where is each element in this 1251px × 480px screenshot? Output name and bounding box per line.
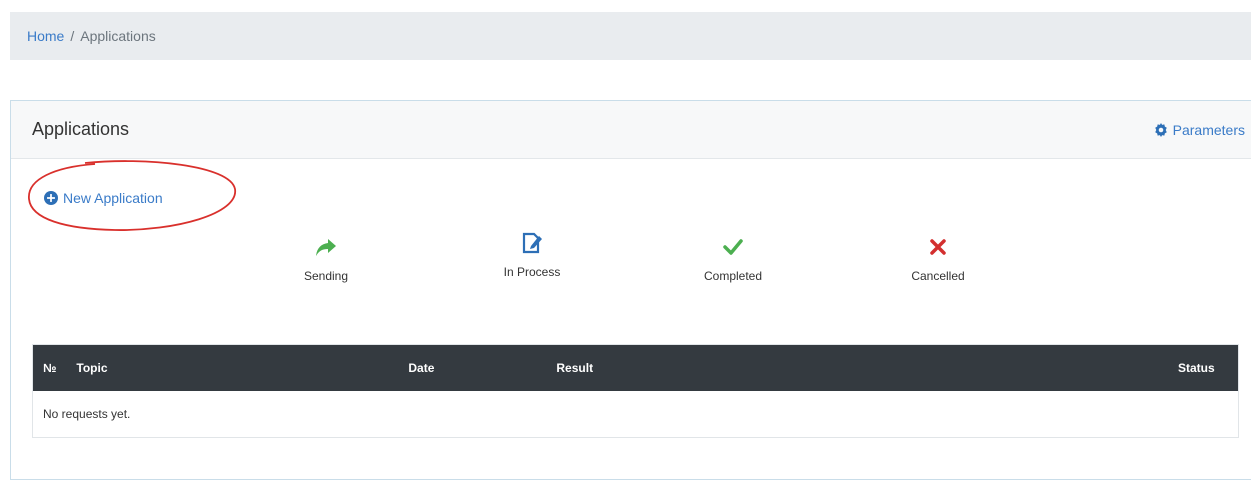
breadcrumb-separator: / — [70, 28, 75, 44]
status-label: Completed — [703, 269, 763, 283]
share-arrow-icon — [316, 239, 336, 256]
table-header-row: № Topic Date Result Status — [33, 345, 1238, 391]
parameters-link[interactable]: Parameters — [1154, 122, 1245, 138]
column-result[interactable]: Result — [546, 345, 1168, 391]
status-sending: Sending — [271, 235, 381, 283]
status-label: In Process — [503, 265, 561, 279]
breadcrumb: Home / Applications — [10, 12, 1251, 60]
column-date[interactable]: Date — [398, 345, 547, 391]
breadcrumb-current: Applications — [80, 28, 156, 44]
page-title: Applications — [32, 119, 130, 139]
status-in-process: In Process — [477, 231, 587, 279]
breadcrumb-home-link[interactable]: Home — [27, 28, 64, 44]
column-status[interactable]: Status — [1168, 345, 1238, 391]
status-label: Cancelled — [911, 269, 965, 283]
empty-message: No requests yet. — [43, 407, 131, 421]
applications-table: № Topic Date Result Status No requests y… — [32, 344, 1239, 438]
table-row: No requests yet. — [33, 391, 1238, 437]
applications-card: Applications Parameters New Application … — [10, 100, 1251, 480]
column-topic[interactable]: Topic — [66, 345, 399, 391]
status-cancelled: Cancelled — [883, 235, 993, 283]
card-header: Applications Parameters — [11, 101, 1251, 159]
status-completed: Completed — [678, 235, 788, 283]
cross-icon — [930, 239, 946, 255]
parameters-label: Parameters — [1172, 121, 1245, 138]
new-application-button[interactable]: New Application — [44, 190, 163, 206]
checkmark-icon — [723, 239, 743, 255]
column-number[interactable]: № — [33, 345, 67, 391]
plus-circle-icon — [44, 191, 58, 205]
gear-icon — [1154, 122, 1167, 137]
status-label: Sending — [303, 269, 349, 283]
edit-document-icon — [522, 232, 542, 254]
new-application-label: New Application — [63, 190, 163, 206]
